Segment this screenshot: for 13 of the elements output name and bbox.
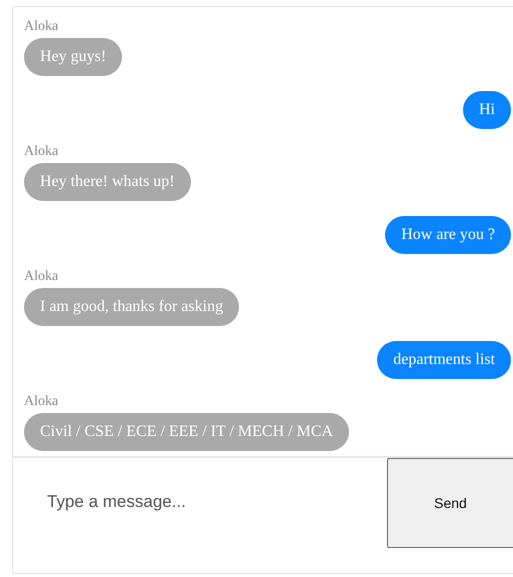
message-bubble: Hey guys! [24,38,122,76]
sender-name: Aloka [24,394,58,410]
sender-name: Aloka [24,144,58,160]
message-bubble: How are you ? [385,216,511,254]
message-bubble: I am good, thanks for asking [24,288,240,326]
message-input[interactable]: Type a message... [13,458,387,546]
send-button[interactable]: Send [387,458,513,548]
sender-name: Aloka [24,269,58,285]
message-bubble: Civil / CSE / ECE / EEE / IT / MECH / MCA [24,413,350,451]
message-bubble: departments list [377,341,511,379]
message-bubble: Hey there! whats up! [24,163,191,201]
message-bubble: Hi [463,91,511,129]
sender-name: Aloka [24,19,58,35]
